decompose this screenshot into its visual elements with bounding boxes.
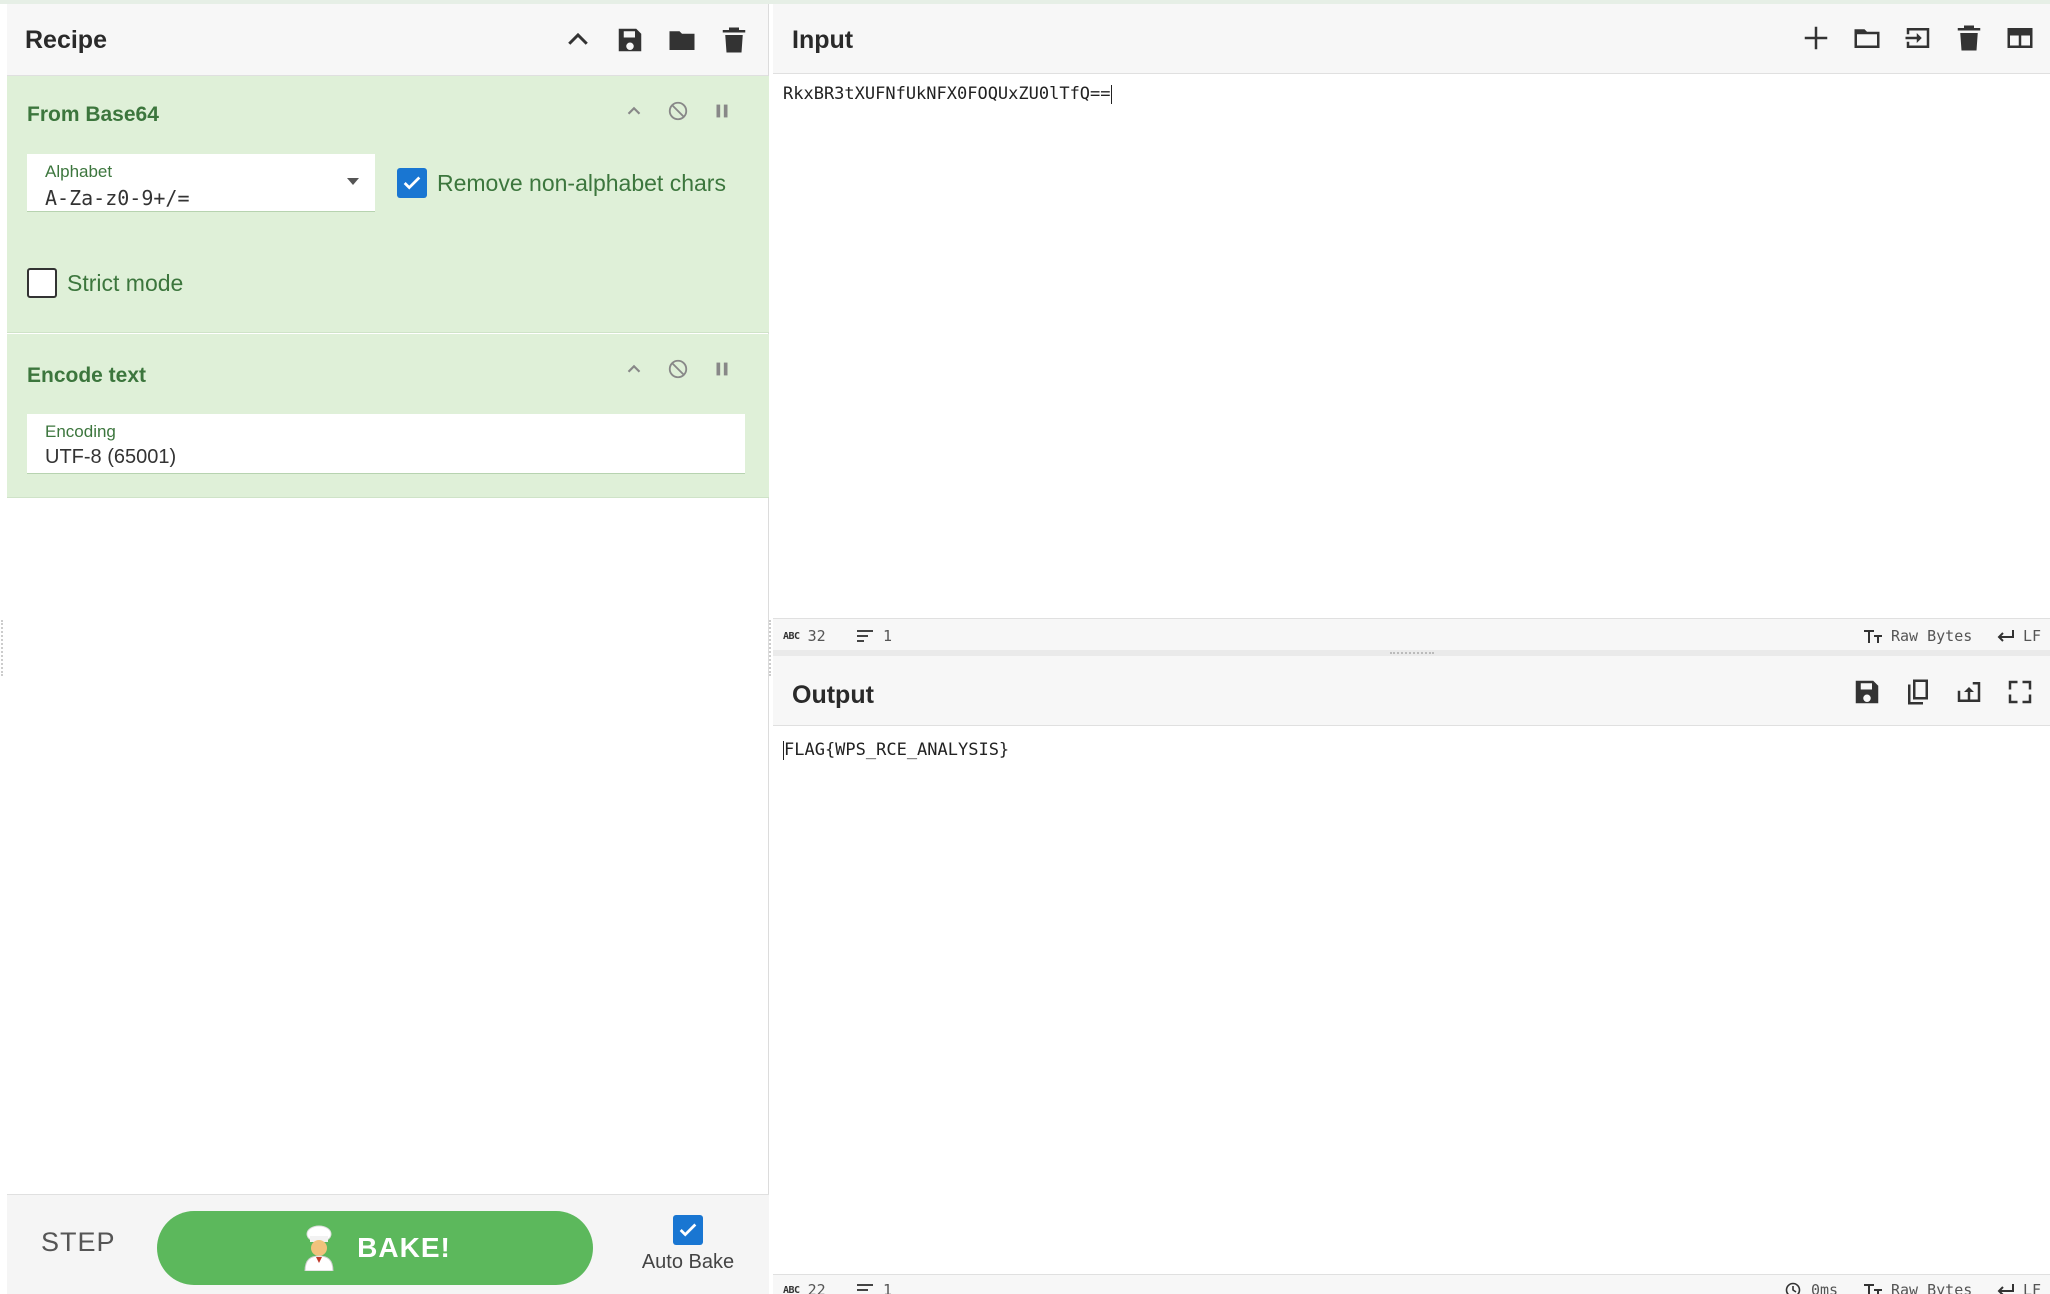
char-count: ABC 22 <box>783 1281 826 1294</box>
copy-icon[interactable] <box>1902 676 1934 708</box>
maximize-icon[interactable] <box>2004 676 2036 708</box>
cyberchef-app: Recipe From Base64 Alphabet A-Za-z0-9+/=… <box>0 0 2050 1294</box>
recipe-title: Recipe <box>25 26 107 54</box>
remove-non-alphabet-checkbox[interactable]: Remove non-alphabet chars <box>397 168 726 198</box>
eol-icon <box>1997 630 2014 642</box>
recipe-header-icons <box>562 24 750 56</box>
recipe-pane: Recipe From Base64 Alphabet A-Za-z0-9+/=… <box>7 4 769 1294</box>
output-eol[interactable]: LF <box>1995 1281 2041 1294</box>
input-header-icons <box>1800 22 2036 54</box>
plus-icon[interactable] <box>1800 22 1832 54</box>
output-header: Output <box>773 656 2050 726</box>
checkbox-checked-icon[interactable] <box>673 1215 703 1245</box>
input-eol-value: LF <box>2023 627 2042 645</box>
text-cursor <box>1110 84 1112 104</box>
abc-icon: ABC <box>783 1284 800 1294</box>
disable-icon[interactable] <box>667 100 689 122</box>
strict-mode-checkbox[interactable]: Strict mode <box>27 268 183 298</box>
input-text: RkxBR3tXUFNfUkNFX0FOQUxZU0lTfQ== <box>783 84 1111 104</box>
folder-icon[interactable] <box>666 24 698 56</box>
trash-icon[interactable] <box>1953 22 1985 54</box>
step-button[interactable]: STEP <box>41 1227 116 1258</box>
lines-icon <box>857 630 873 642</box>
output-eol-value: LF <box>2023 1281 2042 1294</box>
left-resize-handle[interactable] <box>1 620 5 676</box>
chevron-up-icon[interactable] <box>562 24 594 56</box>
output-pane: Output FLAG{WPS_RCE_ANALYSIS} ABC 22 1 0… <box>773 656 2050 1294</box>
chevron-up-icon[interactable] <box>623 100 645 122</box>
output-header-icons <box>1851 676 2036 708</box>
output-status-bar: ABC 22 1 0ms Raw Bytes LF <box>773 1274 2050 1294</box>
bake-time-value: 0ms <box>1811 1281 1839 1294</box>
encoding-value: UTF-8 (65001) <box>45 446 177 468</box>
disable-icon[interactable] <box>667 358 689 380</box>
bake-button[interactable]: BAKE! <box>157 1211 593 1285</box>
text-format-icon <box>1864 1284 1882 1294</box>
alphabet-label: Alphabet <box>45 162 113 181</box>
io-resize-grip[interactable] <box>1390 652 1434 654</box>
bake-bar: STEP BAKE! Auto Bake <box>7 1194 769 1294</box>
folder-icon[interactable] <box>1851 22 1883 54</box>
save-icon[interactable] <box>1851 676 1883 708</box>
output-format[interactable]: Raw Bytes <box>1863 1281 1972 1294</box>
output-format-value: Raw Bytes <box>1891 1281 1973 1294</box>
text-format-icon <box>1864 630 1882 643</box>
input-status-bar: ABC 32 1 Raw Bytes LF <box>773 618 2050 650</box>
input-pane: Input RkxBR3tXUFNfUkNFX0FOQUxZU0lTfQ== A… <box>773 4 2050 650</box>
char-count: ABC 32 <box>783 627 826 645</box>
layout-icon[interactable] <box>2004 22 2036 54</box>
char-count-value: 22 <box>807 1281 826 1294</box>
lines-icon <box>857 1284 873 1294</box>
input-title: Input <box>792 26 854 54</box>
char-count-value: 32 <box>807 627 826 645</box>
trash-icon[interactable] <box>718 24 750 56</box>
remove-non-alphabet-label: Remove non-alphabet chars <box>437 169 726 196</box>
line-count-value: 1 <box>883 1281 893 1294</box>
encoding-select[interactable]: Encoding UTF-8 (65001) <box>27 414 745 474</box>
operation-controls <box>623 358 733 380</box>
save-icon[interactable] <box>614 24 646 56</box>
operation-encode-text: Encode text Encoding UTF-8 (65001) <box>7 334 769 498</box>
bake-time: 0ms <box>1783 1281 1838 1294</box>
auto-bake-label: Auto Bake <box>641 1251 735 1273</box>
output-text-area[interactable]: FLAG{WPS_RCE_ANALYSIS} <box>783 740 1009 760</box>
clock-icon <box>1785 1282 1801 1294</box>
input-format-value: Raw Bytes <box>1891 627 1973 645</box>
replace-input-icon[interactable] <box>1953 676 1985 708</box>
line-count: 1 <box>855 1281 892 1294</box>
abc-icon: ABC <box>783 630 800 642</box>
output-title: Output <box>792 681 874 709</box>
line-count: 1 <box>855 627 892 645</box>
checkbox-unchecked-icon[interactable] <box>27 268 57 298</box>
operation-controls <box>623 100 733 122</box>
operation-title: From Base64 <box>27 103 159 126</box>
input-eol[interactable]: LF <box>1995 627 2041 645</box>
encoding-label: Encoding <box>45 422 116 441</box>
pause-icon[interactable] <box>711 100 733 122</box>
dropdown-caret-icon[interactable] <box>347 178 359 185</box>
checkbox-checked-icon[interactable] <box>397 168 427 198</box>
bake-label: BAKE! <box>357 1232 451 1263</box>
recipe-header: Recipe <box>7 4 768 76</box>
chevron-up-icon[interactable] <box>623 358 645 380</box>
output-text: FLAG{WPS_RCE_ANALYSIS} <box>784 740 1010 760</box>
input-format[interactable]: Raw Bytes <box>1863 627 1972 645</box>
line-count-value: 1 <box>883 627 893 645</box>
eol-icon <box>1997 1284 2014 1294</box>
alphabet-value: A-Za-z0-9+/= <box>45 186 190 210</box>
auto-bake-checkbox[interactable]: Auto Bake <box>633 1215 743 1274</box>
operation-from-base64: From Base64 Alphabet A-Za-z0-9+/= Remove… <box>7 76 769 333</box>
input-header: Input <box>773 4 2050 74</box>
operation-title: Encode text <box>27 364 147 387</box>
chef-icon <box>304 1225 334 1271</box>
alphabet-select[interactable]: Alphabet A-Za-z0-9+/= <box>27 154 375 212</box>
input-textarea[interactable]: RkxBR3tXUFNfUkNFX0FOQUxZU0lTfQ== <box>783 84 1112 104</box>
strict-mode-label: Strict mode <box>67 269 184 296</box>
import-icon[interactable] <box>1902 22 1934 54</box>
pause-icon[interactable] <box>711 358 733 380</box>
